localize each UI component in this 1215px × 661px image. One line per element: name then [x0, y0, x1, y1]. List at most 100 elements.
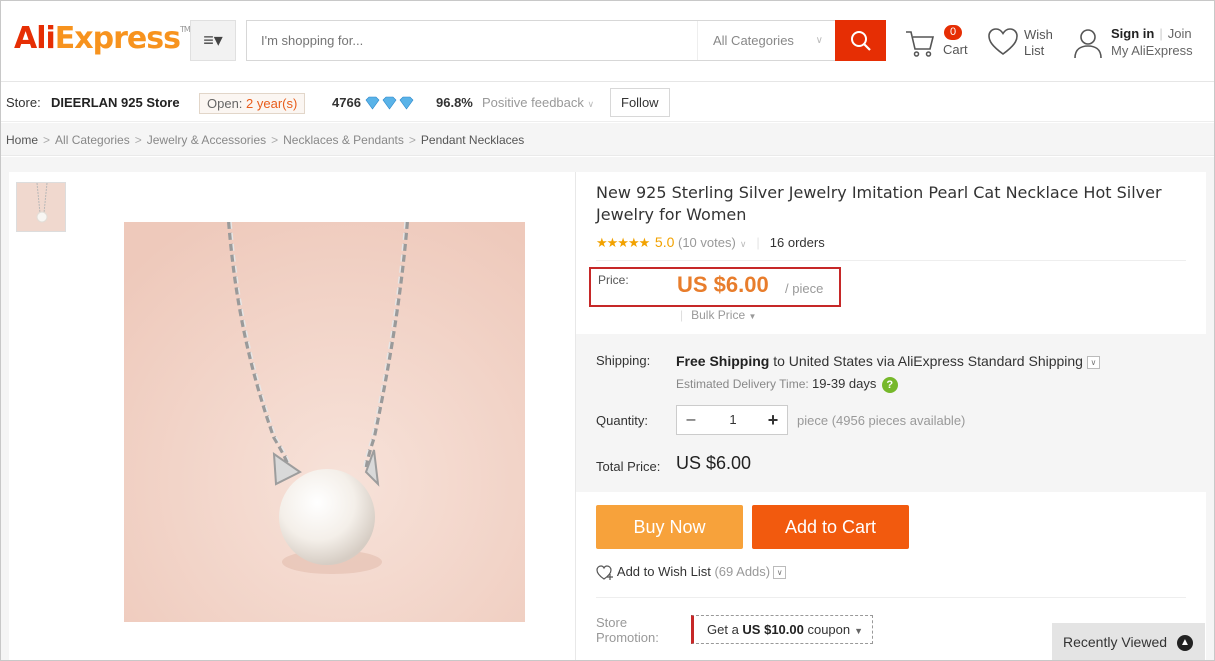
- shipping-destination: to United States via AliExpress Standard…: [769, 353, 1083, 369]
- store-open-years: 2 year(s): [246, 96, 298, 111]
- breadcrumb: Home > All Categories > Jewelry & Accessorie…: [1, 123, 1214, 156]
- rating-value: 5.0: [654, 234, 675, 250]
- wish-list-label-2: List: [1024, 43, 1045, 58]
- help-icon[interactable]: ?: [881, 376, 898, 393]
- logo-text-express: Express: [54, 21, 181, 56]
- buy-now-button[interactable]: Buy Now: [596, 505, 743, 549]
- coupon-prefix: Get a: [707, 622, 743, 637]
- price-label: Price:: [598, 273, 629, 287]
- cart-icon: [906, 31, 935, 57]
- category-menu-button[interactable]: ≡▾: [190, 20, 236, 61]
- product-title: New 925 Sterling Silver Jewelry Imitatio…: [596, 183, 1162, 224]
- wish-list-add-count: (69 Adds): [714, 564, 771, 579]
- estimated-delivery-label: Estimated Delivery Time:: [676, 377, 809, 391]
- quantity-input[interactable]: 1: [705, 406, 761, 434]
- store-coupon-dropdown[interactable]: Get a US $10.00 coupon ▼: [691, 615, 873, 644]
- add-to-wish-list-label: Add to Wish List: [616, 564, 711, 579]
- quantity-decrease-button[interactable]: –: [677, 406, 705, 434]
- quantity-label: Quantity:: [596, 413, 649, 428]
- search-button[interactable]: [835, 20, 886, 61]
- store-name-link[interactable]: DIEERLAN 925 Store: [51, 95, 180, 110]
- cart-link[interactable]: 0 Cart: [904, 23, 974, 63]
- product-rating: ★★★★★ 5.0 (10 votes) ∨ | 16 orders: [596, 234, 825, 251]
- quantity-increase-button[interactable]: +: [759, 406, 787, 434]
- category-dropdown-label: All Categories: [713, 33, 794, 48]
- store-bar: Store: DIEERLAN 925 Store Open: 2 year(s…: [1, 83, 1214, 122]
- rating-stars-icon: ★★★★★: [596, 235, 650, 250]
- account-area: Sign in | Join My AliExpress: [1073, 25, 1208, 63]
- store-open-badge: Open: 2 year(s): [199, 93, 306, 114]
- chevron-down-icon[interactable]: ∨: [773, 566, 787, 580]
- chevron-down-icon: ∨: [815, 35, 823, 46]
- positive-feedback-dropdown[interactable]: Positive feedback ∨: [482, 95, 594, 110]
- store-label: Store:: [6, 95, 41, 110]
- search-icon: [850, 31, 871, 51]
- quantity-availability: piece (4956 pieces available): [797, 413, 966, 428]
- heart-plus-icon: [596, 564, 613, 580]
- follow-button[interactable]: Follow: [610, 88, 670, 117]
- heart-icon: [988, 28, 1018, 55]
- store-score: 4766: [332, 95, 361, 110]
- store-open-prefix: Open:: [207, 96, 243, 111]
- product-thumbnail[interactable]: [16, 182, 66, 232]
- sign-in-link[interactable]: Sign in: [1111, 26, 1154, 41]
- breadcrumb-current: Pendant Necklaces: [420, 133, 525, 147]
- site-header: AliExpressTM ≡▾ All Categories ∨ 0 Cart …: [1, 1, 1214, 82]
- price-highlight-box: Price: US $6.00 / piece: [589, 267, 841, 307]
- diamond-rank-icon: [365, 96, 415, 113]
- feedback-percentage: 96.8%: [436, 95, 473, 110]
- wish-list-label-1: Wish: [1024, 27, 1053, 42]
- store-promotion-label: Store Promotion:: [596, 615, 659, 645]
- recently-viewed-toggle[interactable]: Recently Viewed ▲: [1052, 623, 1205, 660]
- breadcrumb-separator: >: [134, 133, 142, 147]
- cart-count-badge: 0: [944, 25, 963, 40]
- quantity-stepper: – 1 +: [676, 405, 788, 435]
- bulk-price-dropdown[interactable]: | Bulk Price ▼: [680, 308, 756, 322]
- caret-down-icon: ▼: [748, 312, 757, 321]
- chevron-down-icon: ∨: [739, 239, 747, 249]
- shipping-method-selector[interactable]: Free Shipping to United States via AliEx…: [676, 353, 1100, 369]
- breadcrumb-necklaces[interactable]: Necklaces & Pendants: [283, 133, 404, 147]
- divider: [596, 260, 1186, 261]
- hamburger-icon: ≡▾: [203, 30, 223, 50]
- coupon-value: US $10.00: [742, 622, 804, 637]
- recently-viewed-label: Recently Viewed: [1063, 634, 1168, 650]
- add-to-wish-list-link[interactable]: Add to Wish List (69 Adds) ∨: [596, 564, 787, 581]
- category-dropdown[interactable]: All Categories ∨: [697, 21, 835, 60]
- add-to-cart-button[interactable]: Add to Cart: [752, 505, 909, 549]
- breadcrumb-separator: >: [43, 133, 51, 147]
- page-frame: AliExpressTM ≡▾ All Categories ∨ 0 Cart …: [0, 0, 1215, 661]
- rating-votes[interactable]: (10 votes): [678, 235, 736, 250]
- shipping-section: Shipping: Free Shipping to United States…: [576, 334, 1206, 492]
- join-link[interactable]: Join: [1168, 26, 1192, 41]
- breadcrumb-jewelry[interactable]: Jewelry & Accessories: [147, 133, 266, 147]
- chevron-up-icon: ▲: [1177, 635, 1193, 651]
- total-price-label: Total Price:: [596, 459, 661, 474]
- logo-text-ali: Ali: [14, 21, 56, 56]
- cart-label: Cart: [943, 42, 968, 57]
- estimated-delivery-days: 19-39 days: [812, 376, 877, 391]
- caret-down-icon: ▼: [854, 626, 864, 636]
- total-price: US $6.00: [676, 453, 752, 473]
- user-icon: [1074, 29, 1102, 59]
- separator: |: [1159, 26, 1163, 41]
- product-main-image[interactable]: [124, 222, 525, 622]
- bulk-price-label: Bulk Price: [691, 308, 746, 322]
- product-details: New 925 Sterling Silver Jewelry Imitatio…: [575, 157, 1214, 660]
- product-gallery: [1, 157, 575, 660]
- breadcrumb-home[interactable]: Home: [6, 133, 38, 147]
- search-bar: All Categories ∨: [246, 20, 886, 61]
- search-input[interactable]: [247, 21, 695, 60]
- breadcrumb-separator: >: [271, 133, 279, 147]
- product-price: US $6.00: [677, 272, 769, 297]
- wish-list-link[interactable]: Wish List: [987, 25, 1067, 63]
- price-unit: / piece: [785, 281, 824, 296]
- store-promotion-label-2: Promotion:: [596, 630, 659, 645]
- aliexpress-logo[interactable]: AliExpressTM: [14, 21, 191, 56]
- my-aliexpress-link[interactable]: My AliExpress: [1111, 43, 1193, 58]
- coupon-suffix: coupon: [803, 622, 851, 637]
- store-promotion-label-1: Store: [596, 615, 628, 630]
- chevron-down-icon: ∨: [587, 99, 595, 109]
- breadcrumb-all-categories[interactable]: All Categories: [55, 133, 130, 147]
- logo-tm: TM: [179, 25, 191, 34]
